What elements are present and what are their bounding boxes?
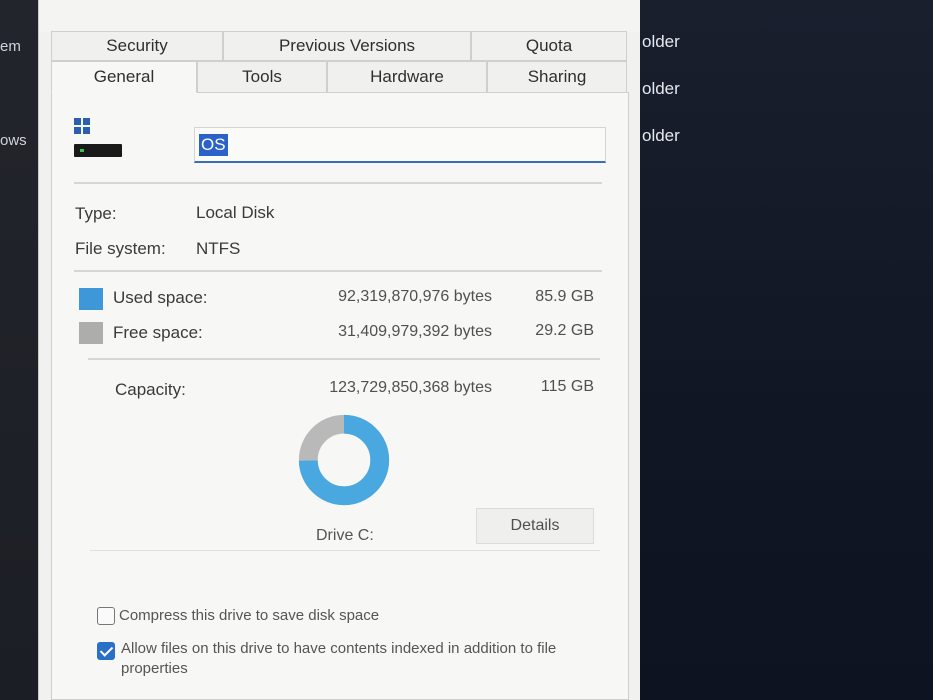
used-space-swatch <box>79 288 103 310</box>
dialog-title-strip <box>39 0 640 32</box>
compress-drive-checkbox[interactable] <box>97 607 115 625</box>
desktop-folder-label: older <box>642 79 680 98</box>
disk-usage-donut-chart <box>298 414 390 506</box>
tab-sharing[interactable]: Sharing <box>487 61 627 93</box>
drive-properties-dialog: Security Previous Versions Quota General… <box>38 0 640 700</box>
details-button-label: Details <box>510 517 560 534</box>
separator <box>88 358 600 360</box>
compress-drive-label: Compress this drive to save disk space <box>119 607 380 624</box>
free-space-label: Free space: <box>113 323 203 342</box>
tab-label: Tools <box>242 67 282 86</box>
index-contents-label: Allow files on this drive to have conten… <box>121 640 557 677</box>
details-button[interactable]: Details <box>476 508 594 544</box>
drive-icon <box>74 144 122 157</box>
separator <box>74 270 602 272</box>
tab-tools[interactable]: Tools <box>197 61 327 93</box>
tab-quota[interactable]: Quota <box>471 31 627 61</box>
tab-hardware[interactable]: Hardware <box>327 61 487 93</box>
windows-logo-icon <box>74 118 90 134</box>
desktop-folder-label: older <box>642 32 680 51</box>
used-space-bytes: 92,319,870,976 bytes <box>338 288 492 305</box>
tab-security[interactable]: Security <box>51 31 223 61</box>
type-label: Type: <box>75 204 117 223</box>
tab-label: Quota <box>525 36 573 55</box>
used-space-label: Used space: <box>113 288 208 307</box>
file-system-value: NTFS <box>196 239 241 258</box>
drive-label: Drive C: <box>316 527 374 544</box>
tab-label: Hardware <box>370 67 444 86</box>
tab-previous-versions[interactable]: Previous Versions <box>223 31 471 61</box>
capacity-gb: 115 GB <box>540 378 594 395</box>
free-space-bytes: 31,409,979,392 bytes <box>338 323 492 340</box>
tab-general[interactable]: General <box>51 61 197 93</box>
drive-name-input[interactable]: OS <box>194 127 606 163</box>
tab-label: General <box>93 67 155 86</box>
free-space-gb: 29.2 GB <box>535 322 594 339</box>
desktop-item-label: em <box>0 38 21 55</box>
free-space-swatch <box>79 322 103 344</box>
capacity-label: Capacity: <box>115 380 186 399</box>
desktop-item-label: ows <box>0 132 27 149</box>
used-space-gb: 85.9 GB <box>535 288 594 305</box>
separator <box>90 550 600 551</box>
type-value: Local Disk <box>196 203 275 222</box>
separator <box>74 182 602 184</box>
drive-name-value: OS <box>199 134 228 156</box>
tab-label: Sharing <box>527 67 587 86</box>
tab-label: Previous Versions <box>278 36 416 55</box>
desktop-background-right <box>630 0 933 700</box>
tab-label: Security <box>106 36 168 55</box>
file-system-label: File system: <box>75 239 166 258</box>
index-contents-checkbox[interactable] <box>97 642 115 660</box>
capacity-bytes: 123,729,850,368 bytes <box>329 379 492 396</box>
desktop-folder-label: older <box>642 126 680 145</box>
